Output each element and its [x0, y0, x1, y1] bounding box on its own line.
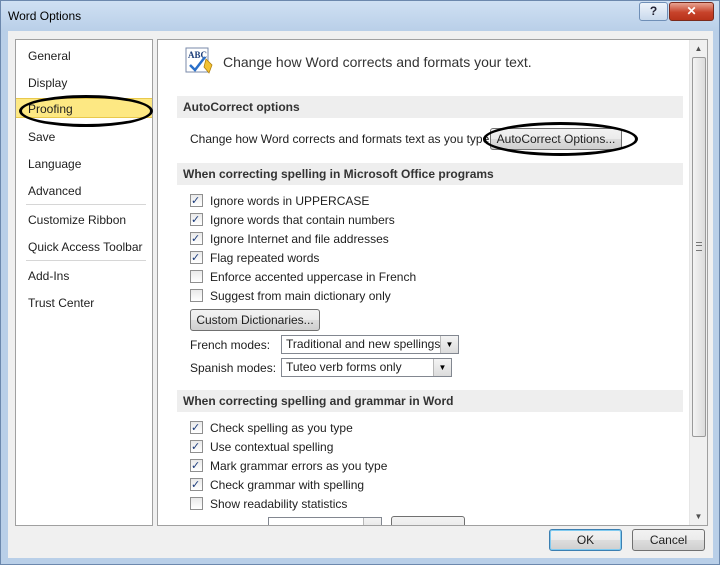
autocorrect-options-button[interactable]: AutoCorrect Options...	[490, 128, 622, 150]
chevron-down-icon[interactable]: ▼	[440, 336, 458, 353]
spanish-modes-select[interactable]: Tuteo verb forms only ▼	[281, 358, 452, 377]
nav-item-trust-center[interactable]: Trust Center	[28, 293, 94, 313]
close-button[interactable]: ✕	[669, 2, 714, 21]
checkbox-checked[interactable]	[190, 230, 203, 248]
grip-icon	[696, 242, 702, 251]
option-label: Flag repeated words	[210, 251, 320, 265]
panel-header-text: Change how Word corrects and formats you…	[223, 54, 532, 70]
nav-divider	[26, 204, 146, 205]
nav-item-language[interactable]: Language	[28, 154, 81, 174]
checkbox-checked[interactable]	[190, 476, 203, 494]
nav-item-quick-access-toolbar[interactable]: Quick Access Toolbar	[28, 237, 143, 257]
writing-style-select-partial[interactable]	[268, 517, 382, 525]
checkbox-checked[interactable]	[190, 438, 203, 456]
option-label: Show readability statistics	[210, 497, 348, 511]
scrollbar-thumb[interactable]	[692, 57, 706, 437]
word-options-dialog: Word Options ? ✕ General Display Proofin…	[0, 0, 720, 565]
nav-item-display[interactable]: Display	[28, 73, 67, 93]
option-label: Mark grammar errors as you type	[210, 459, 388, 473]
option-main-dictionary[interactable]: Suggest from main dictionary only	[190, 287, 391, 305]
checkbox-checked[interactable]	[190, 419, 203, 437]
nav-item-proofing[interactable]: Proofing	[16, 98, 152, 118]
option-label: Enforce accented uppercase in French	[210, 270, 417, 284]
option-check-grammar[interactable]: Check grammar with spelling	[190, 476, 364, 494]
close-icon: ✕	[686, 4, 697, 18]
checkbox-unchecked[interactable]	[190, 497, 203, 510]
window-title: Word Options	[8, 9, 82, 23]
settings-button-partial[interactable]	[391, 516, 465, 525]
option-label: Check grammar with spelling	[210, 478, 365, 492]
custom-dictionaries-button[interactable]: Custom Dictionaries...	[190, 309, 320, 331]
option-mark-grammar[interactable]: Mark grammar errors as you type	[190, 457, 387, 475]
select-value: Traditional and new spellings	[286, 337, 441, 351]
option-readability[interactable]: Show readability statistics	[190, 495, 347, 513]
spanish-modes-label: Spanish modes:	[190, 361, 277, 375]
option-label: Suggest from main dictionary only	[210, 289, 391, 303]
select-value: Tuteo verb forms only	[286, 360, 402, 374]
checkbox-checked[interactable]	[190, 211, 203, 229]
option-label: Ignore words in UPPERCASE	[210, 194, 370, 208]
section-office-spelling: When correcting spelling in Microsoft Of…	[177, 163, 683, 185]
nav-item-customize-ribbon[interactable]: Customize Ribbon	[28, 210, 126, 230]
autocorrect-description: Change how Word corrects and formats tex…	[190, 132, 493, 146]
option-label: Ignore words that contain numbers	[210, 213, 395, 227]
nav-item-advanced[interactable]: Advanced	[28, 181, 81, 201]
ok-button[interactable]: OK	[549, 529, 622, 551]
help-button[interactable]: ?	[639, 2, 668, 21]
proofing-panel: ABC Change how Word corrects and formats…	[157, 39, 708, 526]
section-word-spelling: When correcting spelling and grammar in …	[177, 390, 683, 412]
vertical-scrollbar[interactable]: ▲ ▼	[689, 40, 707, 525]
chevron-down-icon[interactable]: ▼	[433, 359, 451, 376]
nav-item-save[interactable]: Save	[28, 127, 55, 147]
french-modes-select[interactable]: Traditional and new spellings ▼	[281, 335, 459, 354]
option-enforce-french[interactable]: Enforce accented uppercase in French	[190, 268, 416, 286]
checkbox-unchecked[interactable]	[190, 270, 203, 283]
option-label: Use contextual spelling	[210, 440, 334, 454]
checkbox-checked[interactable]	[190, 457, 203, 475]
checkbox-checked[interactable]	[190, 249, 203, 267]
section-autocorrect: AutoCorrect options	[177, 96, 683, 118]
nav-item-general[interactable]: General	[28, 46, 71, 66]
scroll-up-icon[interactable]: ▲	[690, 40, 707, 57]
abc-autocorrect-icon: ABC	[185, 47, 213, 74]
option-ignore-numbers[interactable]: Ignore words that contain numbers	[190, 211, 395, 229]
chevron-down-icon[interactable]	[363, 518, 381, 525]
nav-item-add-ins[interactable]: Add-Ins	[28, 266, 69, 286]
options-nav: General Display Proofing Save Language A…	[15, 39, 153, 526]
title-bar[interactable]: Word Options ? ✕	[1, 1, 719, 31]
option-flag-repeated[interactable]: Flag repeated words	[190, 249, 319, 267]
nav-divider	[26, 260, 146, 261]
checkbox-unchecked[interactable]	[190, 289, 203, 302]
scroll-down-icon[interactable]: ▼	[690, 508, 707, 525]
option-label: Ignore Internet and file addresses	[210, 232, 389, 246]
option-ignore-uppercase[interactable]: Ignore words in UPPERCASE	[190, 192, 369, 210]
checkbox-checked[interactable]	[190, 192, 203, 210]
option-contextual-spelling[interactable]: Use contextual spelling	[190, 438, 333, 456]
cancel-button[interactable]: Cancel	[632, 529, 705, 551]
french-modes-label: French modes:	[190, 338, 271, 352]
option-label: Check spelling as you type	[210, 421, 353, 435]
option-check-spelling[interactable]: Check spelling as you type	[190, 419, 353, 437]
option-ignore-internet[interactable]: Ignore Internet and file addresses	[190, 230, 389, 248]
dialog-body: General Display Proofing Save Language A…	[8, 31, 713, 558]
